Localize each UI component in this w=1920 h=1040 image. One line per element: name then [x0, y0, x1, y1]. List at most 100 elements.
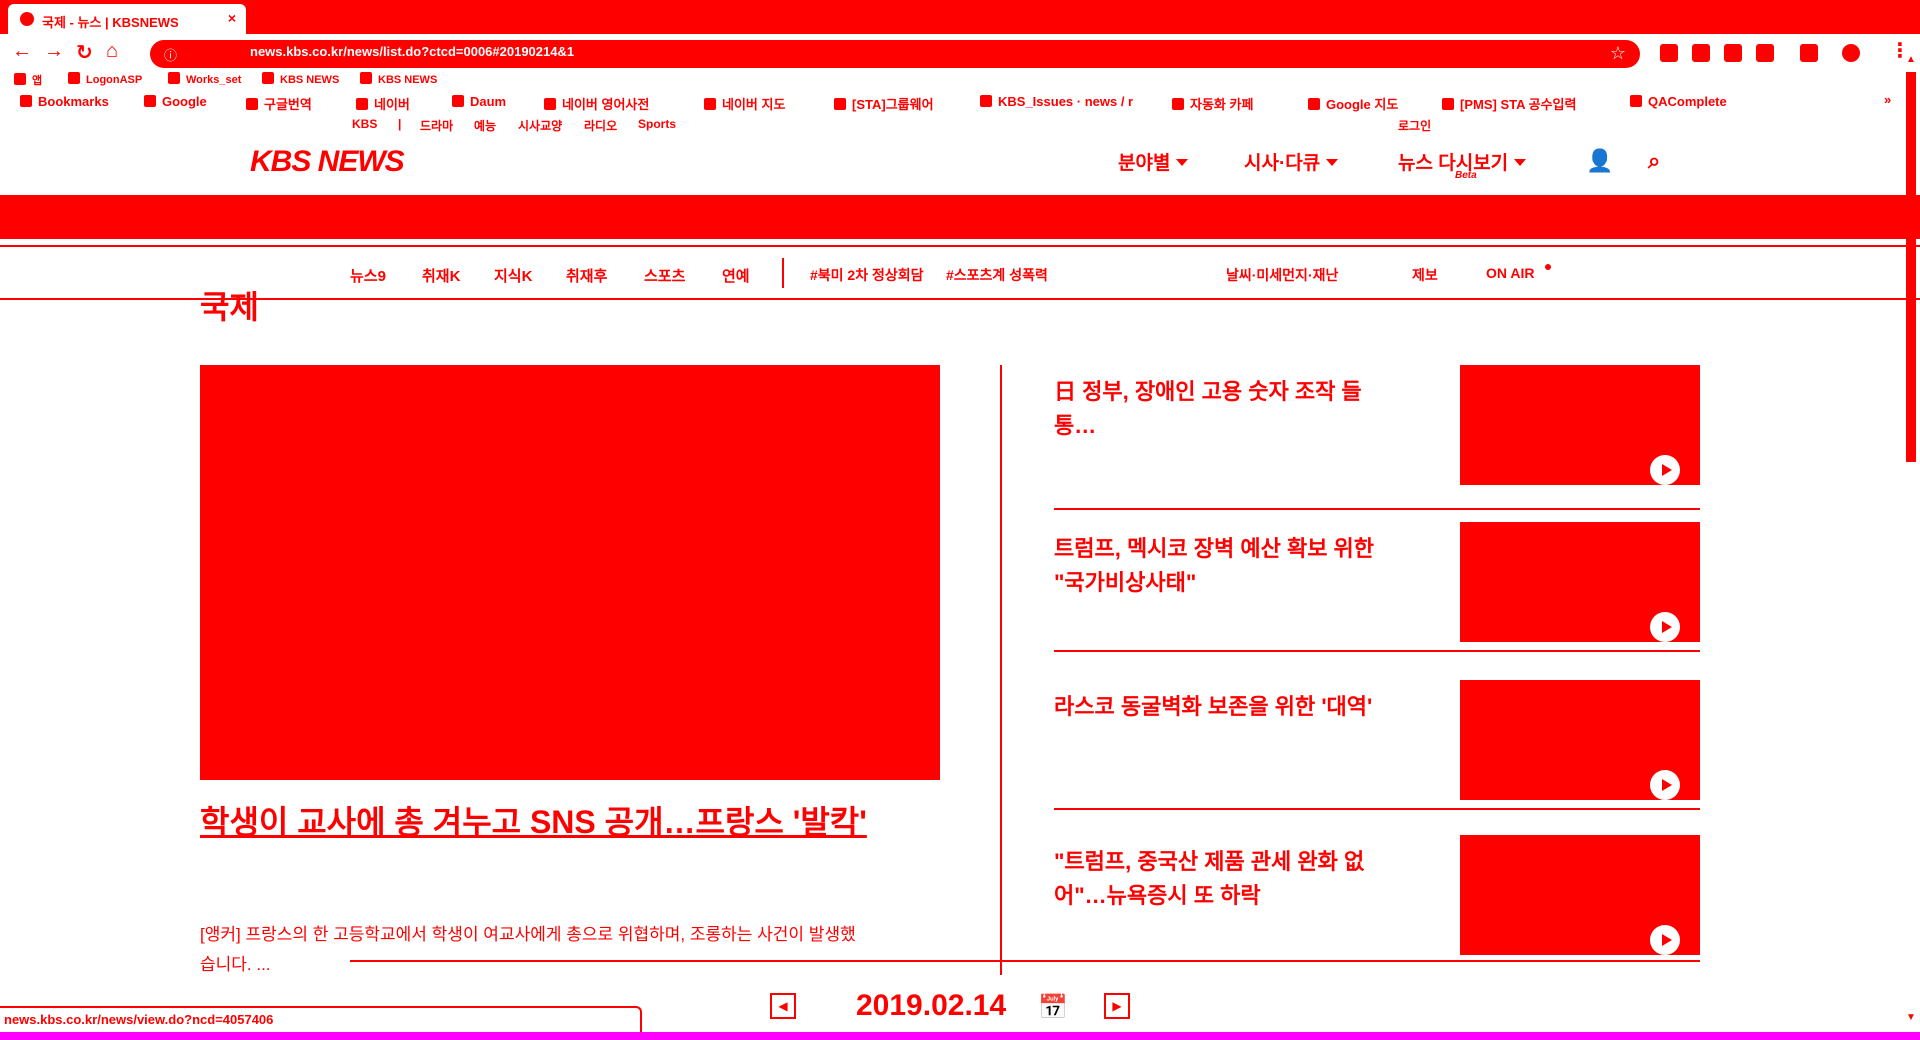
list-item[interactable]: "트럼프, 중국산 제품 관세 완화 없어"…뉴욕증시 또 하락 — [1030, 835, 1700, 955]
bookmark-qacomplete[interactable]: QAComplete — [1630, 94, 1727, 109]
extension-icon[interactable] — [1800, 44, 1818, 62]
kbs-news-logo[interactable]: KBS NEWS — [250, 145, 405, 179]
page-icon — [1442, 98, 1454, 110]
subnav-report[interactable]: 제보 — [1412, 265, 1438, 285]
calendar-icon[interactable]: 📅 — [1038, 993, 1068, 1022]
bookmark-bookmarks[interactable]: Bookmarks — [20, 94, 109, 109]
browser-toolbar: ← → ↻ ⌂ ⓘ news.kbs.co.kr/news/list.do?ct… — [0, 34, 1920, 72]
info-icon[interactable]: ⓘ — [164, 45, 177, 64]
util-culture[interactable]: 시사교양 — [518, 117, 562, 134]
bookmark-auto-cafe[interactable]: 자동화 카페 — [1172, 94, 1253, 113]
list-item-title[interactable]: 日 정부, 장애인 고용 숫자 조작 들통… — [1054, 375, 1394, 443]
list-item-title[interactable]: "트럼프, 중국산 제품 관세 완화 없어"…뉴욕증시 또 하락 — [1054, 845, 1394, 913]
page-scrollbar[interactable]: ▲ ▼ — [1902, 52, 1920, 1040]
bookmark-kbs-news-2[interactable]: KBS NEWS — [360, 72, 437, 86]
divider — [782, 258, 784, 288]
bookmark-sta-groupware[interactable]: [STA]그룹웨어 — [834, 94, 934, 113]
subnav-sports[interactable]: 스포츠 — [644, 265, 685, 286]
hero-title[interactable]: 학생이 교사에 총 겨누고 SNS 공개…프랑스 '발칵' — [200, 800, 900, 844]
scroll-down-icon[interactable]: ▼ — [1906, 1012, 1916, 1023]
page-title: 국제 — [200, 289, 259, 325]
extension-icon[interactable] — [1660, 44, 1678, 62]
subnav-onair[interactable]: ON AIR — [1486, 265, 1534, 281]
tag-summit[interactable]: #북미 2차 정상회담 — [810, 265, 924, 285]
close-tab-icon[interactable]: × — [228, 10, 236, 26]
folder-icon — [246, 98, 258, 110]
profile-avatar-icon[interactable] — [1842, 44, 1860, 62]
header-banner — [0, 195, 1920, 239]
forward-icon[interactable]: → — [44, 40, 64, 63]
dictionary-icon — [544, 98, 556, 110]
subnav-chwijae-k[interactable]: 취재K — [422, 265, 460, 286]
home-icon[interactable]: ⌂ — [106, 40, 118, 63]
apps-grid-icon — [14, 73, 26, 85]
subnav-chwijae-hu[interactable]: 취재후 — [566, 265, 607, 286]
bookmark-google[interactable]: Google — [144, 94, 207, 109]
bookmark-google-maps[interactable]: Google 지도 — [1308, 94, 1398, 113]
bookmark-naver[interactable]: 네이버 — [356, 94, 410, 113]
util-nav: KBS | 드라마 예능 시사교양 라디오 Sports 로그인 — [0, 113, 1920, 133]
address-bar-url[interactable]: news.kbs.co.kr/news/list.do?ctcd=0006#20… — [250, 44, 574, 59]
search-icon[interactable]: ⌕ — [1648, 148, 1660, 174]
tag-sports-abuse[interactable]: #스포츠계 성폭력 — [946, 265, 1048, 285]
list-item[interactable]: 트럼프, 멕시코 장벽 예산 확보 위한 "국가비상사태" — [1030, 522, 1700, 642]
bookmark-daum[interactable]: Daum — [452, 94, 506, 109]
reload-icon[interactable]: ↻ — [76, 40, 93, 65]
google-icon — [144, 95, 156, 107]
bookmarks-more[interactable]: » — [1884, 92, 1891, 107]
list-item[interactable]: 日 정부, 장애인 고용 숫자 조작 들통… — [1030, 365, 1700, 485]
hero-image[interactable] — [200, 365, 940, 780]
subnav-entertainment[interactable]: 연예 — [722, 265, 750, 286]
scrollbar-thumb[interactable] — [1906, 72, 1916, 462]
prev-date-button[interactable]: ◀ — [770, 993, 796, 1019]
extension-icon[interactable] — [1756, 44, 1774, 62]
bookmark-naver-map[interactable]: 네이버 지도 — [704, 94, 785, 113]
folder-icon — [168, 72, 180, 84]
apps-bookmark[interactable]: 앱 — [14, 72, 42, 88]
divider — [0, 298, 1920, 300]
play-icon[interactable] — [1650, 612, 1680, 642]
util-divider: | — [398, 117, 402, 131]
nav-by-section[interactable]: 분야별 — [1118, 148, 1189, 175]
browser-tab[interactable]: 국제 - 뉴스 | KBSNEWS × — [8, 4, 246, 34]
bookmark-pms[interactable]: [PMS] STA 공수입력 — [1442, 94, 1576, 113]
current-date: 2019.02.14 — [856, 989, 1007, 1022]
daum-icon — [452, 95, 464, 107]
bookmark-kbs-news[interactable]: KBS NEWS — [262, 72, 339, 86]
subnav-weather[interactable]: 날씨·미세먼지·재난 — [1226, 265, 1338, 285]
util-radio[interactable]: 라디오 — [584, 117, 617, 134]
subnav-news9[interactable]: 뉴스9 — [350, 265, 386, 286]
util-sports[interactable]: Sports — [638, 117, 676, 131]
bookmark-kbs-issues[interactable]: KBS_Issues · news / r — [980, 94, 1133, 109]
bookmark-works-set[interactable]: Works_set — [168, 72, 241, 86]
login-link[interactable]: 로그인 — [1398, 117, 1431, 134]
scroll-up-icon[interactable]: ▲ — [1906, 54, 1916, 65]
bookmark-translate[interactable]: 구글번역 — [246, 94, 312, 113]
star-icon — [20, 95, 32, 107]
hero-description[interactable]: [앵커] 프랑스의 한 고등학교에서 학생이 여교사에게 총으로 위협하며, 조… — [200, 920, 860, 980]
back-icon[interactable]: ← — [12, 40, 32, 63]
list-item-title[interactable]: 라스코 동굴벽화 보존을 위한 '대역' — [1054, 690, 1394, 724]
next-date-button[interactable]: ▶ — [1104, 993, 1130, 1019]
util-ent[interactable]: 예능 — [474, 117, 496, 134]
extension-icon[interactable] — [1724, 44, 1742, 62]
bookmark-naver-dict[interactable]: 네이버 영어사전 — [544, 94, 649, 113]
divider — [1054, 508, 1700, 510]
util-drama[interactable]: 드라마 — [420, 117, 453, 134]
list-item-title[interactable]: 트럼프, 멕시코 장벽 예산 확보 위한 "국가비상사태" — [1054, 532, 1394, 600]
play-icon[interactable] — [1650, 455, 1680, 485]
kbs-favicon-icon — [20, 12, 34, 26]
address-bar[interactable]: ⓘ news.kbs.co.kr/news/list.do?ctcd=0006#… — [150, 40, 1640, 68]
user-icon[interactable]: 👤 — [1586, 148, 1613, 174]
bookmark-logonasp[interactable]: LogonASP — [68, 72, 142, 86]
list-item[interactable]: 라스코 동굴벽화 보존을 위한 '대역' — [1030, 680, 1700, 800]
play-icon[interactable] — [1650, 925, 1680, 955]
browser-status-bar: news.kbs.co.kr/news/view.do?ncd=4057406 — [0, 1006, 642, 1032]
util-kbs[interactable]: KBS — [352, 117, 377, 131]
extension-icon[interactable] — [1692, 44, 1710, 62]
play-icon[interactable] — [1650, 770, 1680, 800]
bookmark-star-icon[interactable]: ☆ — [1610, 43, 1626, 64]
page-icon — [834, 98, 846, 110]
nav-current-affairs[interactable]: 시사·다큐 — [1244, 148, 1339, 175]
subnav-jisik-k[interactable]: 지식K — [494, 265, 532, 286]
